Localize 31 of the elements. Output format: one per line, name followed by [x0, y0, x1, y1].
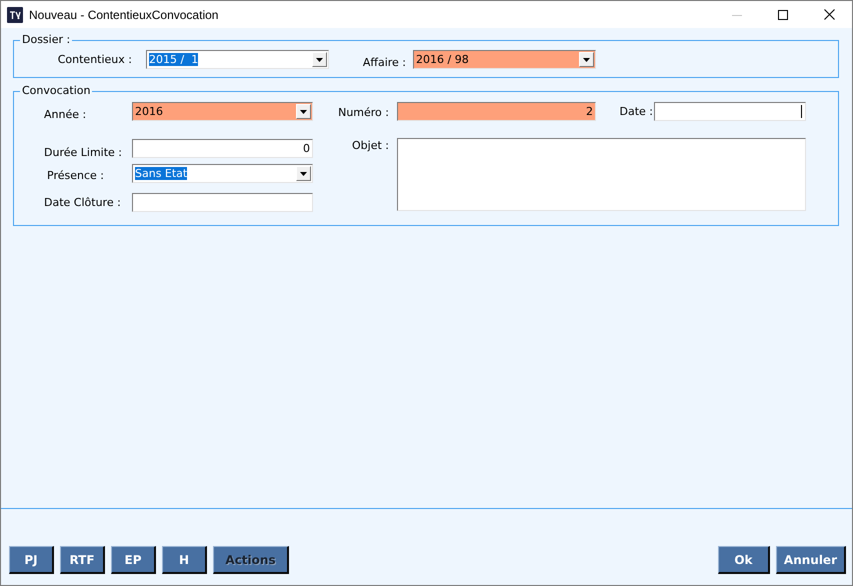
- button[interactable]: H: [162, 546, 207, 574]
- field-label: Contentieux :: [56, 53, 132, 66]
- button[interactable]: Ok: [718, 546, 770, 574]
- window-title: Nouveau - ContentieuxConvocation: [29, 8, 218, 22]
- button[interactable]: PJ: [9, 546, 54, 574]
- input-field[interactable]: [132, 192, 313, 212]
- maximize-icon[interactable]: [778, 10, 788, 20]
- close-icon[interactable]: [824, 9, 835, 20]
- field-label: Année :: [44, 107, 88, 121]
- dropdown-field[interactable]: 2016: [132, 102, 313, 121]
- field-label: Présence :: [46, 168, 105, 182]
- button[interactable]: EP: [111, 546, 156, 574]
- button[interactable]: Annuler: [776, 546, 846, 574]
- field-label: Affaire :: [362, 56, 406, 68]
- dropdown-arrow-icon[interactable]: [583, 58, 590, 62]
- dropdown-arrow-icon[interactable]: [300, 110, 307, 114]
- dropdown-arrow-icon[interactable]: [316, 58, 323, 62]
- button[interactable]: RTF: [60, 546, 105, 574]
- field-label: Durée Limite :: [44, 145, 123, 159]
- dropdown-field[interactable]: 2015 / 1: [146, 50, 329, 69]
- field-label: Numéro :: [337, 105, 390, 119]
- app-icon: [7, 6, 23, 22]
- input-field[interactable]: 2: [397, 102, 596, 121]
- input-field[interactable]: [654, 102, 806, 121]
- dropdown-field[interactable]: Sans Etat: [132, 164, 313, 183]
- input-field[interactable]: 0: [132, 139, 313, 158]
- field-label: Date Clôture :: [44, 195, 122, 209]
- dropdown-field[interactable]: 2016 / 98: [413, 50, 596, 69]
- field-label: Date :: [618, 105, 654, 118]
- field-label: Objet :: [351, 139, 390, 152]
- dropdown-arrow-icon[interactable]: [300, 172, 307, 176]
